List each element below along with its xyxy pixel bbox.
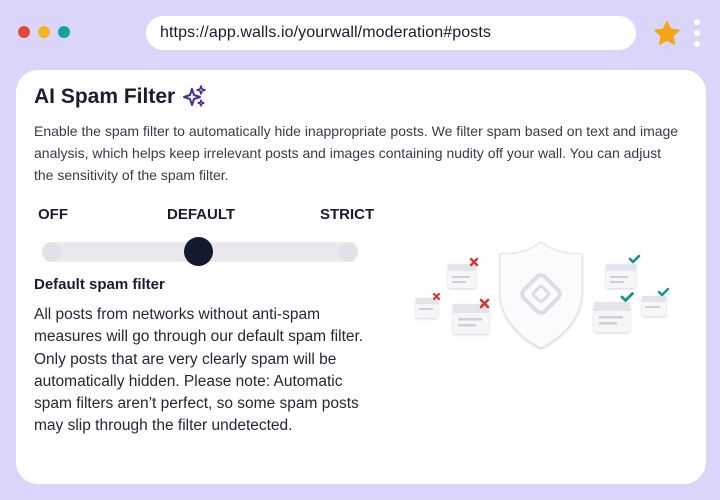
approved-post-card xyxy=(642,296,666,316)
shield-icon xyxy=(499,241,583,349)
sensitivity-slider-handle[interactable] xyxy=(184,237,213,266)
approved-post-card xyxy=(594,302,630,332)
minimize-window-dot[interactable] xyxy=(38,26,50,38)
card-title-text: AI Spam Filter xyxy=(34,85,176,108)
address-bar[interactable]: https://app.walls.io/yourwall/moderation… xyxy=(146,16,636,50)
url-text: https://app.walls.io/yourwall/moderation… xyxy=(160,24,491,41)
rejected-post-card xyxy=(448,264,476,288)
spam-filter-illustration xyxy=(416,241,670,349)
rejected-post-card xyxy=(416,298,438,318)
slider-label-strict[interactable]: STRICT xyxy=(320,206,374,223)
filter-mode-heading: Default spam filter xyxy=(34,276,165,293)
slider-label-off[interactable]: OFF xyxy=(38,206,68,223)
slider-stop-off[interactable] xyxy=(42,242,62,262)
card-title: AI Spam Filter xyxy=(34,84,207,110)
kebab-menu-icon[interactable] xyxy=(694,19,700,47)
maximize-window-dot[interactable] xyxy=(58,26,70,38)
card-description: Enable the spam filter to automatically … xyxy=(34,123,679,183)
slider-label-default[interactable]: DEFAULT xyxy=(167,206,235,223)
star-icon[interactable] xyxy=(652,19,682,49)
spam-filter-card: AI Spam Filter Enable the spam filter to… xyxy=(16,70,706,484)
window-controls xyxy=(18,26,70,38)
sparkle-icon xyxy=(183,85,207,107)
rejected-post-card xyxy=(453,304,489,334)
slider-stop-strict[interactable] xyxy=(338,242,358,262)
approved-post-card xyxy=(606,264,636,288)
close-window-dot[interactable] xyxy=(18,26,30,38)
filter-mode-description: All posts from networks without anti-spa… xyxy=(34,306,364,435)
